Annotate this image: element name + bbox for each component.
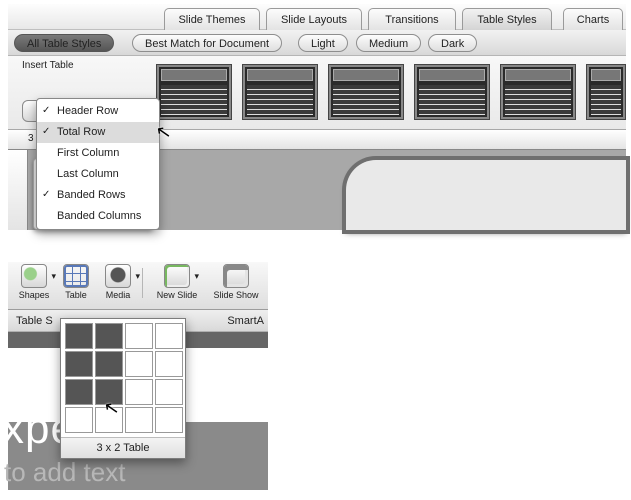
tab-slide-themes[interactable]: Slide Themes [164, 8, 260, 30]
insert-table-label: Insert Table [22, 60, 74, 71]
toolbar-label: Media [96, 290, 140, 300]
table-size-cell[interactable] [155, 323, 183, 349]
table-size-cell[interactable] [125, 379, 153, 405]
table-style-thumb[interactable] [500, 64, 576, 120]
toolbar-label: Table [58, 290, 94, 300]
table-size-grid[interactable] [61, 319, 185, 437]
table-size-cell[interactable] [65, 351, 93, 377]
pill-label: Light [311, 38, 335, 50]
subbar-right-label: SmartA [227, 310, 264, 332]
table-size-cell[interactable] [65, 379, 93, 405]
main-toolbar: Shapes Table Media New Slide Slide Show [8, 262, 268, 310]
tab-table-styles[interactable]: Table Styles [462, 8, 552, 30]
tab-label: Slide Themes [178, 14, 245, 26]
check-icon: ✓ [42, 124, 50, 139]
style-filter-row: All Table Styles Best Match for Document… [8, 30, 626, 56]
slide-preview[interactable] [346, 160, 626, 230]
toolbar-label: New Slide [150, 290, 204, 300]
shapes-button[interactable]: Shapes [12, 264, 56, 304]
ribbon-tab-row: Slide Themes Slide Layouts Transitions T… [8, 4, 626, 30]
menu-item-label: Last Column [57, 168, 119, 180]
check-icon: ✓ [42, 187, 50, 202]
vertical-ruler [8, 150, 28, 230]
table-size-label: 3 x 2 Table [61, 437, 185, 458]
table-style-thumb[interactable] [242, 64, 318, 120]
tab-charts[interactable]: Charts [563, 8, 623, 30]
table-size-cell[interactable] [65, 407, 93, 433]
menu-item-first-column[interactable]: First Column [37, 143, 159, 164]
table-style-thumb[interactable] [328, 64, 404, 120]
pill-label: Dark [441, 38, 464, 50]
tab-label: Transitions [385, 14, 438, 26]
menu-item-label: Total Row [57, 126, 105, 138]
menu-item-last-column[interactable]: Last Column [37, 164, 159, 185]
table-size-picker: 3 x 2 Table [60, 318, 186, 459]
menu-item-header-row[interactable]: ✓ Header Row [37, 101, 159, 122]
tab-transitions[interactable]: Transitions [368, 8, 456, 30]
table-size-cell[interactable] [125, 407, 153, 433]
placeholder-body-fragment: to add text [4, 457, 125, 488]
media-button[interactable]: Media [96, 264, 140, 304]
table-style-thumb[interactable] [586, 64, 626, 120]
toolbar-separator [142, 268, 143, 298]
pill-label: All Table Styles [27, 38, 101, 50]
table-insert-toolbar-area: Shapes Table Media New Slide Slide Show … [8, 262, 268, 490]
table-style-thumb[interactable] [414, 64, 490, 120]
new-slide-button[interactable]: New Slide [150, 264, 204, 304]
tab-label: Charts [577, 14, 609, 26]
pill-best-match[interactable]: Best Match for Document [132, 34, 282, 52]
tab-slide-layouts[interactable]: Slide Layouts [266, 8, 362, 30]
pill-label: Medium [369, 38, 408, 50]
table-size-cell[interactable] [65, 323, 93, 349]
table-styles-ribbon: Slide Themes Slide Layouts Transitions T… [8, 4, 626, 229]
options-menu: ✓ Header Row ✓ Total Row First Column La… [36, 98, 160, 230]
table-icon [63, 264, 89, 288]
new-slide-icon [164, 264, 190, 288]
media-icon [105, 264, 131, 288]
table-size-cell[interactable] [125, 351, 153, 377]
table-size-cell[interactable] [125, 323, 153, 349]
subbar-left-label: Table S [16, 315, 53, 327]
pill-label: Best Match for Document [145, 38, 269, 50]
menu-item-total-row[interactable]: ✓ Total Row [37, 122, 159, 143]
menu-item-banded-columns[interactable]: Banded Columns [37, 206, 159, 227]
table-size-cell[interactable] [95, 323, 123, 349]
ruler-number: 3 [28, 133, 34, 144]
table-style-thumb[interactable] [156, 64, 232, 120]
table-size-cell[interactable] [155, 351, 183, 377]
tab-label: Slide Layouts [281, 14, 347, 26]
menu-item-label: Header Row [57, 105, 118, 117]
pill-light[interactable]: Light [298, 34, 348, 52]
slide-show-button[interactable]: Slide Show [208, 264, 264, 304]
pill-medium[interactable]: Medium [356, 34, 421, 52]
toolbar-label: Slide Show [208, 290, 264, 300]
check-icon: ✓ [42, 103, 50, 118]
menu-item-banded-rows[interactable]: ✓ Banded Rows [37, 185, 159, 206]
toolbar-label: Shapes [12, 290, 56, 300]
table-size-cell[interactable] [155, 407, 183, 433]
table-size-cell[interactable] [95, 351, 123, 377]
pill-all-table-styles[interactable]: All Table Styles [14, 34, 114, 52]
menu-item-label: Banded Rows [57, 189, 126, 201]
slide-show-icon [223, 264, 249, 288]
shapes-icon [21, 264, 47, 288]
menu-item-label: First Column [57, 147, 119, 159]
menu-item-label: Banded Columns [57, 210, 141, 222]
table-size-cell[interactable] [155, 379, 183, 405]
table-button[interactable]: Table [58, 264, 94, 304]
tab-label: Table Styles [477, 14, 536, 26]
pill-dark[interactable]: Dark [428, 34, 477, 52]
